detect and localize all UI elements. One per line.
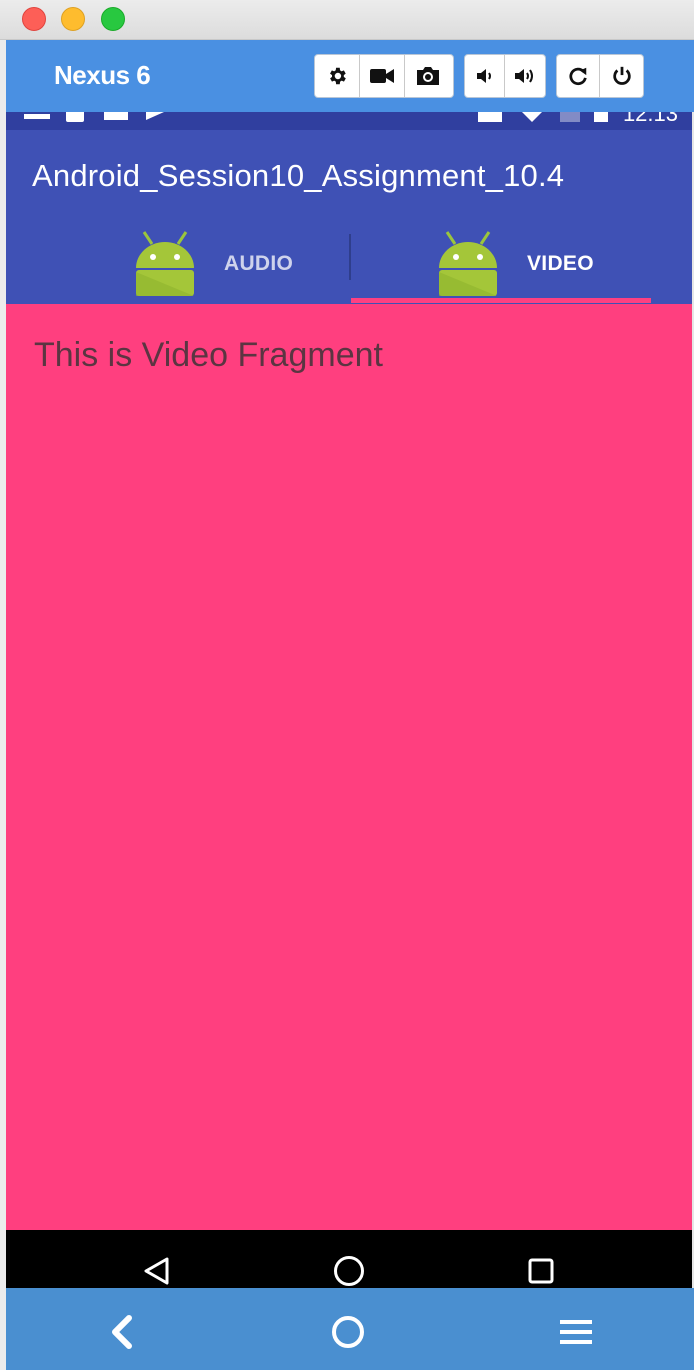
- camera-icon: [416, 67, 439, 85]
- device-screen: 12:13 Android_Session10_Assignment_10.4 …: [6, 112, 692, 1230]
- tab-audio-label: AUDIO: [224, 252, 294, 275]
- app-title: Android_Session10_Assignment_10.4: [32, 158, 565, 193]
- close-window-button[interactable]: [22, 7, 46, 31]
- back-triangle-icon: [144, 1257, 169, 1285]
- rotate-icon: [569, 67, 587, 86]
- device-name: Nexus 6: [54, 60, 151, 90]
- home-circle-icon: [334, 1256, 364, 1286]
- vibrate-icon: [478, 112, 502, 122]
- tab-selected-indicator: [351, 298, 651, 303]
- power-button[interactable]: [600, 55, 643, 97]
- minimize-window-button[interactable]: [61, 7, 85, 31]
- volume-down-icon: [476, 69, 491, 83]
- android-icon: [136, 231, 194, 296]
- emulator-home-button[interactable]: [328, 1312, 368, 1352]
- battery-icon: [594, 112, 608, 122]
- volume-up-button[interactable]: [505, 55, 545, 97]
- volume-up-icon: [515, 69, 533, 83]
- signal-icon: [560, 112, 580, 122]
- menu-icon: [560, 1320, 592, 1344]
- screenshot-button[interactable]: [405, 55, 450, 97]
- phone-notification-icon: [66, 112, 84, 122]
- settings-button[interactable]: [315, 55, 360, 97]
- zoom-window-button[interactable]: [101, 7, 125, 31]
- screen-record-button[interactable]: [360, 55, 405, 97]
- recents-square-icon: [528, 1258, 554, 1284]
- device-button-group: [556, 54, 644, 98]
- android-nav-bar: [6, 1230, 692, 1288]
- emulator-bottom-bar: [6, 1288, 694, 1370]
- rotate-button[interactable]: [557, 55, 600, 97]
- android-recents-button[interactable]: [524, 1254, 558, 1288]
- gear-icon: [330, 67, 346, 85]
- tab-video-label: VIDEO: [527, 252, 594, 275]
- volume-button-group: [464, 54, 546, 98]
- tab-video[interactable]: VIDEO: [351, 228, 692, 304]
- wifi-icon: [522, 112, 542, 122]
- emulator-menu-button[interactable]: [556, 1312, 596, 1352]
- power-icon: [612, 66, 631, 85]
- tab-audio[interactable]: AUDIO: [6, 228, 349, 304]
- status-time: 12:13: [622, 112, 678, 126]
- emulator-back-button[interactable]: [102, 1312, 142, 1352]
- image-notification-icon: [104, 112, 128, 120]
- android-home-button[interactable]: [332, 1254, 366, 1288]
- capture-button-group: [314, 54, 454, 98]
- android-back-button[interactable]: [140, 1254, 174, 1288]
- android-icon: [439, 231, 497, 296]
- play-notification-icon: [146, 112, 164, 120]
- home-circle-icon: [332, 1316, 364, 1348]
- emulator-toolbar: Nexus 6: [6, 40, 694, 112]
- notification-icon: [24, 114, 50, 119]
- video-camera-icon: [370, 69, 394, 83]
- back-chevron-icon: [112, 1315, 132, 1349]
- window-titlebar: [0, 0, 694, 40]
- fragment-text: This is Video Fragment: [34, 336, 383, 374]
- status-bar: 12:13: [6, 112, 692, 130]
- volume-down-button[interactable]: [465, 55, 505, 97]
